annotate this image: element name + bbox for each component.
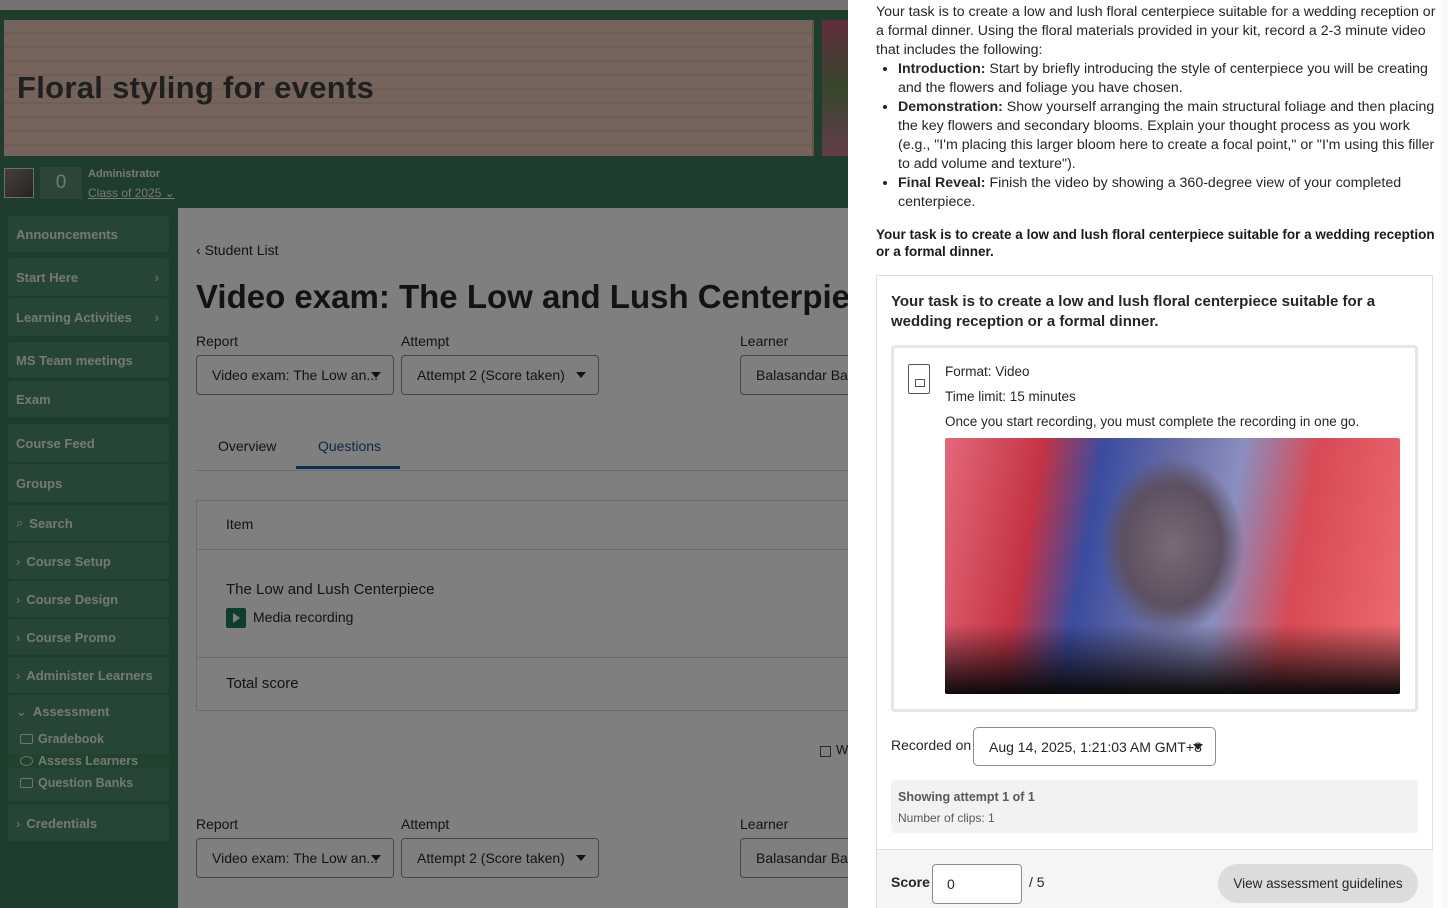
recorded-on-label: Recorded on: [891, 737, 972, 753]
caret-down-icon: [1193, 744, 1203, 750]
time-limit-text: Time limit: 15 minutes: [945, 389, 1076, 404]
score-label: Score: [891, 874, 930, 890]
modal-backdrop[interactable]: [0, 0, 848, 908]
recorded-on-value: Aug 14, 2025, 1:21:03 AM GMT+8: [989, 739, 1202, 755]
panel-scrollbar[interactable]: [1441, 0, 1448, 908]
score-max: / 5: [1029, 874, 1045, 890]
attempt-info: [891, 780, 1418, 833]
list-item: Final Reveal: Finish the video by showin…: [898, 174, 1436, 212]
video-file-icon: [908, 364, 930, 394]
task-description: Your task is to create a low and lush fl…: [876, 3, 1436, 212]
list-item: Demonstration: Show yourself arranging t…: [898, 98, 1436, 174]
list-item: Introduction: Start by briefly introduci…: [898, 60, 1436, 98]
task-intro: Your task is to create a low and lush fl…: [876, 4, 1436, 58]
recorded-on-select[interactable]: Aug 14, 2025, 1:21:03 AM GMT+8: [973, 727, 1216, 766]
bullet-title: Introduction:: [898, 61, 986, 77]
clip-count: Number of clips: 1: [898, 811, 995, 825]
format-text: Format: Video: [945, 364, 1030, 379]
bullet-title: Demonstration:: [898, 99, 1003, 115]
app-window: Floral styling for events 0 Administrato…: [0, 0, 1448, 908]
view-guidelines-button[interactable]: View assessment guidelines: [1218, 864, 1418, 903]
bullet-title: Final Reveal:: [898, 175, 986, 191]
task-summary: Your task is to create a low and lush fl…: [876, 227, 1435, 259]
question-title: Your task is to create a low and lush fl…: [891, 293, 1376, 330]
attempt-count: Showing attempt 1 of 1: [898, 790, 1035, 804]
score-input[interactable]: [932, 864, 1022, 904]
video-player[interactable]: [945, 438, 1400, 694]
task-bullets: Introduction: Start by briefly introduci…: [876, 60, 1436, 212]
recording-note: Once you start recording, you must compl…: [945, 414, 1360, 429]
